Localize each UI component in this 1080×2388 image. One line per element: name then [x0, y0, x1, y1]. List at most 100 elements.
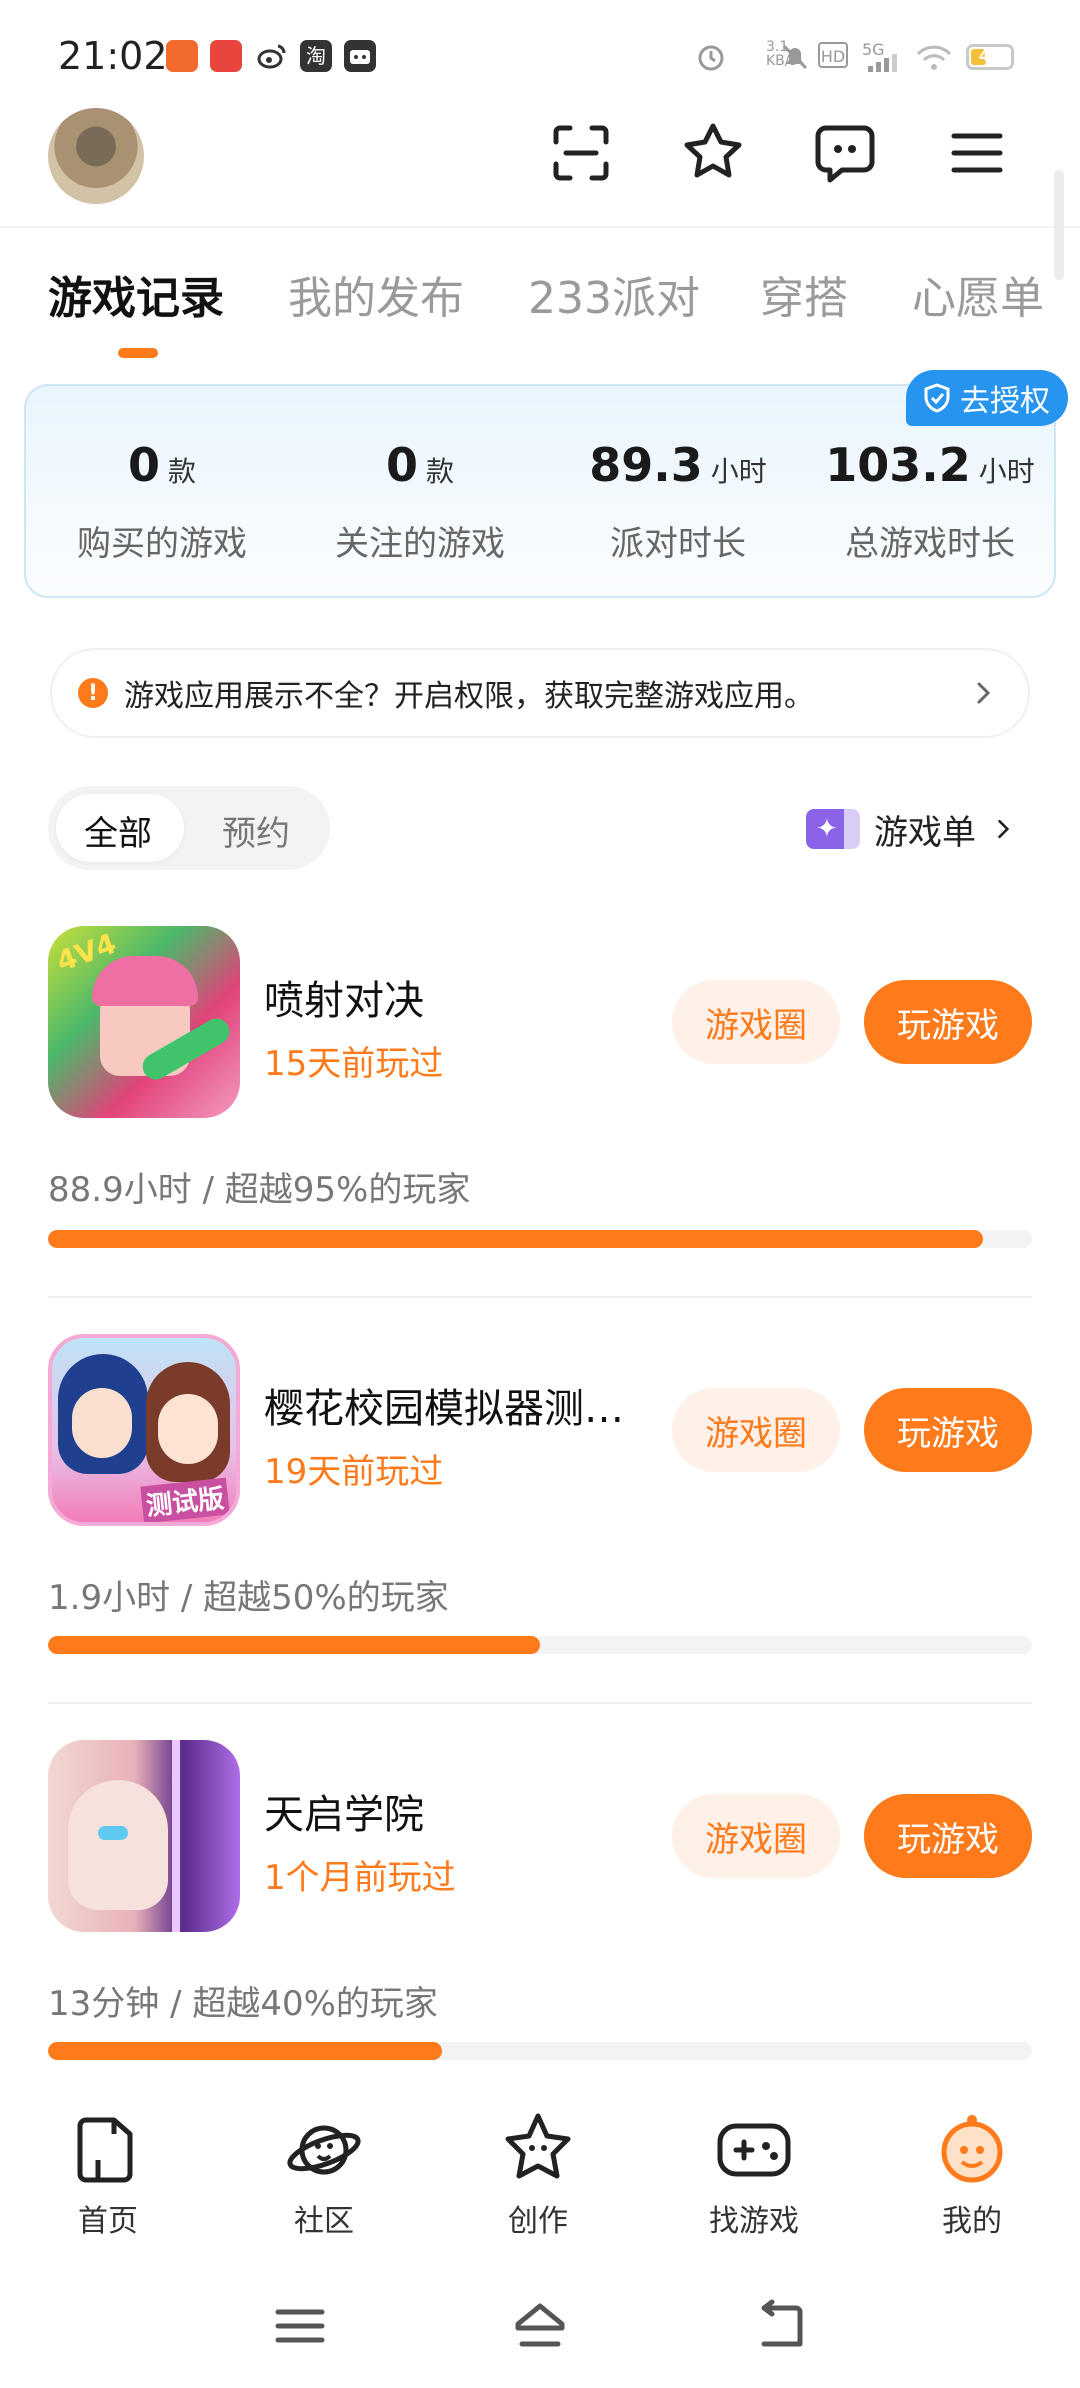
authorize-button[interactable]: 去授权 — [906, 370, 1068, 426]
percentile-bar — [48, 1636, 1032, 1654]
nav-label: 社区 — [294, 2204, 354, 2239]
game-name[interactable]: 喷射对决 — [264, 968, 424, 1026]
robot-app-icon — [344, 40, 376, 72]
mute-icon — [778, 40, 812, 74]
game-last-played: 15天前玩过 — [264, 1044, 444, 1084]
stat-purchased-games[interactable]: 0款 购买的游戏 — [42, 438, 282, 565]
stat-total-game-time[interactable]: 103.2 小时 总游戏时长 — [802, 438, 1058, 565]
game-circle-button[interactable]: 游戏圈 — [672, 1794, 840, 1878]
tab-wishlist[interactable]: 心愿单 — [912, 262, 1044, 326]
item-divider — [48, 1296, 1032, 1298]
game-circle-button[interactable]: 游戏圈 — [672, 1388, 840, 1472]
percentile-bar — [48, 1230, 1032, 1248]
percentile-bar-fill — [48, 2042, 442, 2060]
system-menu-button[interactable] — [272, 2298, 328, 2354]
tab-outfits[interactable]: 穿搭 — [760, 262, 848, 326]
tab-233-party[interactable]: 233派对 — [528, 262, 700, 326]
game-icon-sakura[interactable]: 测试版 — [48, 1334, 240, 1526]
play-game-button[interactable]: 玩游戏 — [864, 1388, 1032, 1472]
play-game-button[interactable]: 玩游戏 — [864, 980, 1032, 1064]
game-name[interactable]: 樱花校园模拟器测… — [264, 1376, 624, 1434]
game-circle-button[interactable]: 游戏圈 — [672, 980, 840, 1064]
battery-indicator: 45 — [966, 44, 1014, 70]
stat-unit: 款 — [426, 455, 455, 488]
nav-community[interactable]: 社区 — [254, 2110, 394, 2240]
home-icon — [77, 2117, 133, 2183]
tab-my-posts[interactable]: 我的发布 — [288, 262, 464, 326]
nav-create[interactable]: 创作 — [468, 2110, 608, 2240]
game-list-button[interactable]: ✦ 游戏单 — [806, 804, 1016, 854]
scan-icon[interactable] — [548, 120, 614, 186]
play-game-button[interactable]: 玩游戏 — [864, 1794, 1032, 1878]
profile-icon — [941, 2115, 1003, 2183]
signal-icon — [868, 52, 902, 72]
nav-label: 创作 — [508, 2204, 568, 2239]
stats-card: 0款 购买的游戏 0款 关注的游戏 89.3 小时 派对时长 103.2 小时 总游… — [24, 384, 1056, 598]
percentile-bar-fill — [48, 1230, 983, 1248]
hd-indicator: HD — [818, 42, 848, 68]
system-back-button[interactable] — [752, 2298, 808, 2354]
item-divider — [48, 1702, 1032, 1704]
gamepad-icon — [717, 2123, 791, 2177]
status-time: 21:02 — [58, 34, 168, 78]
filter-reserved[interactable]: 预约 — [222, 806, 290, 855]
game-name[interactable]: 天启学院 — [264, 1782, 424, 1840]
game-last-played: 19天前玩过 — [264, 1452, 444, 1492]
menu-icon[interactable] — [944, 120, 1010, 186]
create-star-icon — [505, 2113, 571, 2179]
nav-label: 首页 — [78, 2204, 138, 2239]
stat-label: 关注的游戏 — [335, 524, 505, 564]
nav-label: 找游戏 — [709, 2204, 799, 2239]
wifi-icon — [916, 44, 952, 72]
game-playtime-stat: 88.9小时 / 超越95%的玩家 — [48, 1170, 471, 1210]
stat-followed-games[interactable]: 0款 关注的游戏 — [300, 438, 540, 565]
percentile-bar-fill — [48, 1636, 540, 1654]
battery-level: 45 — [978, 46, 1002, 65]
scrollbar-thumb[interactable] — [1054, 170, 1064, 280]
notice-text: 游戏应用展示不全？开启权限，获取完整游戏应用。 — [124, 679, 814, 714]
tab-game-records[interactable]: 游戏记录 — [48, 262, 224, 326]
percentile-bar — [48, 2042, 1032, 2060]
permission-notice[interactable]: ! 游戏应用展示不全？开启权限，获取完整游戏应用。 — [50, 648, 1030, 738]
star-icon[interactable] — [680, 120, 746, 186]
game-playtime-stat: 1.9小时 / 超越50%的玩家 — [48, 1578, 449, 1618]
taobao-icon: 淘 — [300, 40, 332, 72]
game-list-label: 游戏单 — [874, 812, 976, 853]
game-icon-tianqi[interactable] — [48, 1740, 240, 1932]
avatar[interactable] — [48, 108, 144, 204]
stat-value: 103.2 — [825, 438, 971, 492]
stat-value: 0 — [127, 438, 160, 492]
nav-profile[interactable]: 我的 — [902, 2110, 1042, 2240]
stat-unit: 小时 — [978, 455, 1035, 488]
stat-unit: 小时 — [710, 455, 767, 488]
nav-home[interactable]: 首页 — [38, 2110, 178, 2240]
game-playtime-stat: 13分钟 / 超越40%的玩家 — [48, 1984, 438, 2024]
stat-value: 89.3 — [589, 438, 703, 492]
sparkle-icon: ✦ — [806, 809, 860, 849]
message-icon[interactable] — [812, 120, 878, 186]
shield-check-icon — [922, 383, 952, 413]
chevron-right-icon — [968, 678, 998, 708]
active-tab-indicator — [118, 348, 158, 358]
filter-all[interactable]: 全部 — [84, 806, 152, 855]
header-divider — [0, 226, 1080, 228]
stat-party-time[interactable]: 89.3 小时 派对时长 — [558, 438, 798, 565]
stat-unit: 款 — [168, 455, 197, 488]
planet-icon — [287, 2125, 361, 2175]
system-home-button[interactable] — [512, 2298, 568, 2354]
warning-icon: ! — [78, 678, 108, 708]
video-app-icon — [166, 40, 198, 72]
nav-find-games[interactable]: 找游戏 — [684, 2110, 824, 2240]
authorize-label: 去授权 — [960, 384, 1050, 419]
nav-label: 我的 — [942, 2204, 1002, 2239]
stat-label: 购买的游戏 — [77, 524, 247, 564]
shopping-app-icon — [210, 40, 242, 72]
chevron-right-icon — [990, 816, 1016, 842]
stat-value: 0 — [385, 438, 418, 492]
alarm-icon — [694, 40, 728, 74]
stat-label: 总游戏时长 — [845, 524, 1015, 564]
stat-label: 派对时长 — [610, 524, 746, 564]
game-last-played: 1个月前玩过 — [264, 1858, 456, 1898]
game-icon-penshe[interactable]: 4V4 — [48, 926, 240, 1118]
weibo-icon — [256, 40, 288, 72]
